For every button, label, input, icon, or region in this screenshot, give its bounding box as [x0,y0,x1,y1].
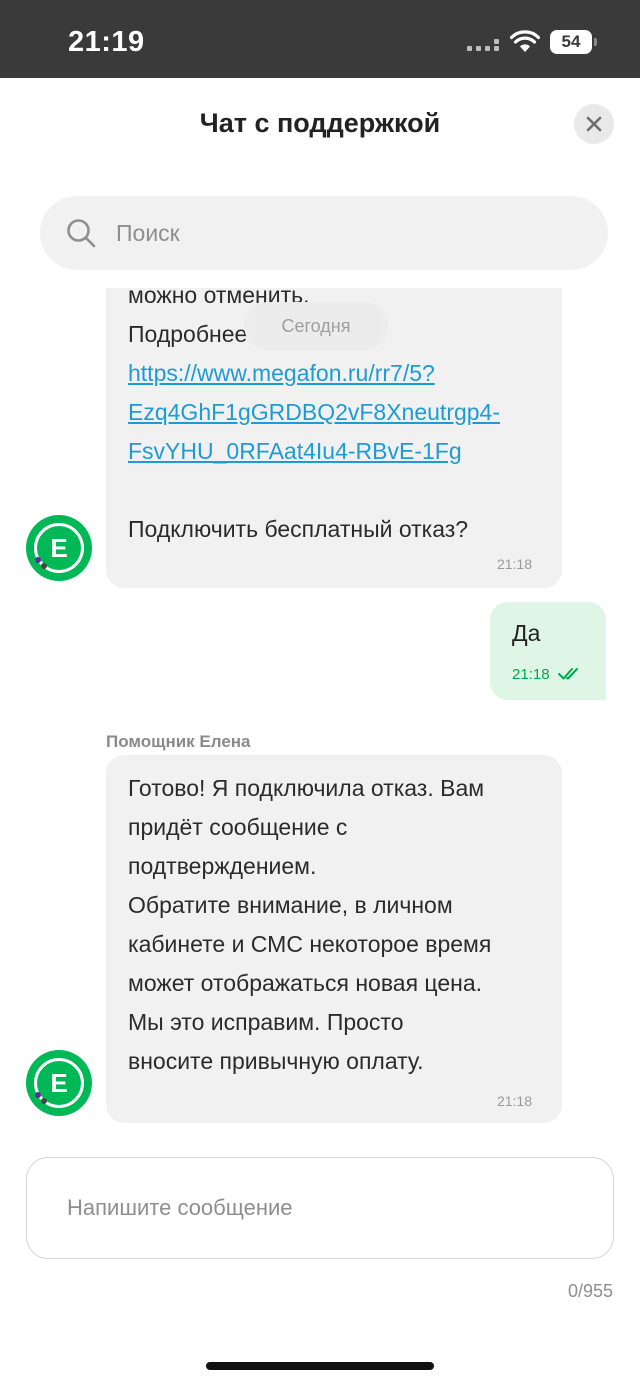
message-text: Подключить бесплатный отказ? [128,516,469,542]
search-bar[interactable] [40,196,608,270]
battery-level: 54 [550,30,592,54]
character-counter: 0/955 [567,1281,613,1301]
message-composer[interactable] [26,1157,614,1259]
page-title: Чат с поддержкой [199,108,441,138]
message-link[interactable]: https://www.megafon.ru/rr7/5? Ezq4GhF1gG… [128,354,500,471]
home-indicator [206,1362,434,1370]
status-bar: 21:19 54 [0,0,640,78]
message-text: Да [512,620,541,646]
link-line[interactable]: FsvYHU_0RFAat4Iu4-RBvE-1Fg [128,432,500,471]
message-list[interactable]: можно отменить. Подробнее https://www.me… [0,288,640,1140]
date-separator-chip: Сегодня [244,302,388,350]
battery-icon: 54 [550,30,598,54]
sender-name: Помощник Елена [106,732,251,751]
double-check-icon [558,668,578,680]
link-line[interactable]: Ezq4GhF1gGRDBQ2vF8Xneutrgp4- [128,393,500,432]
link-line[interactable]: https://www.megafon.ru/rr7/5? [128,354,500,393]
close-button[interactable] [574,104,614,144]
search-icon [67,219,96,248]
cellular-signal-icon [467,39,499,51]
message-text: Готово! Я подключила отказ. Вам придёт с… [128,775,492,1074]
message-time: 21:18 [496,1093,532,1109]
avatar-letter: E [50,533,68,563]
status-time: 21:19 [68,26,145,58]
wifi-icon [510,30,540,52]
incoming-message-bubble: Готово! Я подключила отказ. Вам придёт с… [106,755,562,1123]
avatar-letter: E [50,1068,68,1098]
message-time: 21:18 [496,556,532,572]
message-time: 21:18 [512,666,550,683]
close-icon [586,116,602,132]
search-input[interactable] [116,196,576,270]
avatar: E [26,515,92,581]
outgoing-message-bubble: Да 21:18 [490,602,606,700]
avatar: E [26,1050,92,1116]
message-input[interactable] [67,1158,587,1258]
